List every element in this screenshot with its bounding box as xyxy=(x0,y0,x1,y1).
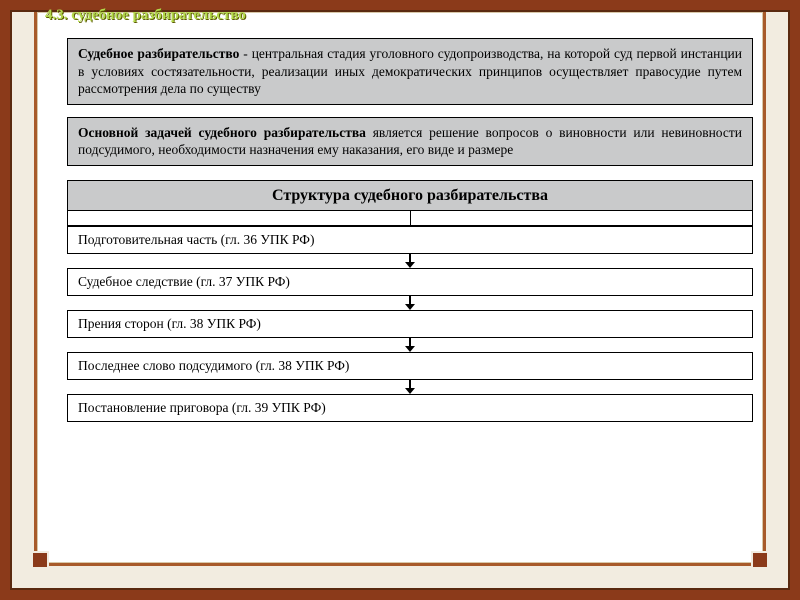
structure-step-1: Подготовительная часть (гл. 36 УПК РФ) xyxy=(67,226,753,254)
section-header: 4.3. судебное разбирательство xyxy=(41,6,250,25)
arrow-icon xyxy=(67,296,753,310)
structure-step-3: Прения сторон (гл. 38 УПК РФ) xyxy=(67,310,753,338)
section-number: 4.3. xyxy=(45,7,68,23)
decorative-frame-inner: 4.3. судебное разбирательство Судебное р… xyxy=(34,12,766,566)
corner-ornament-br xyxy=(751,551,769,569)
structure-connector-row xyxy=(67,210,753,226)
structure-step-5: Постановление приговора (гл. 39 УПК РФ) xyxy=(67,394,753,422)
arrow-icon xyxy=(67,380,753,394)
task-box: Основной задачей судебного разбирательст… xyxy=(67,117,753,166)
structure-step-2: Судебное следствие (гл. 37 УПК РФ) xyxy=(67,268,753,296)
structure-step-4: Последнее слово подсудимого (гл. 38 УПК … xyxy=(67,352,753,380)
structure-heading: Структура судебного разбирательства xyxy=(67,180,753,212)
definition-box: Судебное разбирательство - центральная с… xyxy=(67,38,753,105)
decorative-frame-outer: 4.3. судебное разбирательство Судебное р… xyxy=(0,0,800,600)
task-lead: Основной задачей судебного разбирательст… xyxy=(78,125,366,140)
arrow-icon xyxy=(67,338,753,352)
definition-dash: - xyxy=(239,46,251,61)
arrow-icon xyxy=(67,254,753,268)
section-title: судебное разбирательство xyxy=(71,7,246,23)
decorative-frame-mid: 4.3. судебное разбирательство Судебное р… xyxy=(10,10,790,590)
corner-ornament-bl xyxy=(31,551,49,569)
content-area: Судебное разбирательство - центральная с… xyxy=(67,38,753,559)
definition-term: Судебное разбирательство xyxy=(78,46,239,61)
